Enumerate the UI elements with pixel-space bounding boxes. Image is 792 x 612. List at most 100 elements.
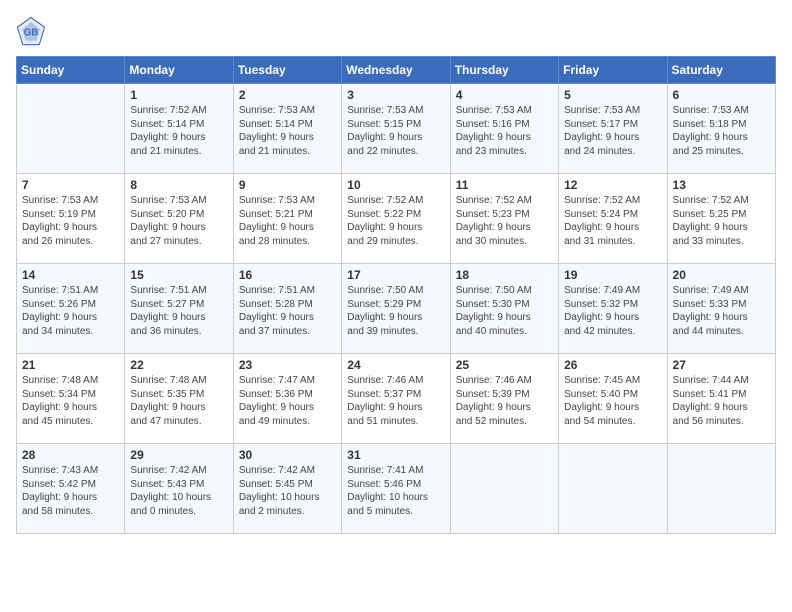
calendar-cell: 11 Sunrise: 7:52 AM Sunset: 5:23 PM Dayli… bbox=[450, 174, 558, 264]
calendar-cell bbox=[559, 444, 667, 534]
day-info: Sunrise: 7:52 AM Sunset: 5:22 PM Dayligh… bbox=[347, 194, 444, 248]
day-number: 29 bbox=[130, 448, 227, 462]
day-number: 28 bbox=[22, 448, 119, 462]
day-number: 24 bbox=[347, 358, 444, 372]
day-number: 1 bbox=[130, 88, 227, 102]
calendar-week-0: 1 Sunrise: 7:52 AM Sunset: 5:14 PM Daylig… bbox=[17, 84, 776, 174]
calendar-cell: 21Sunrise: 7:48 AM Sunset: 5:34 PM Dayli… bbox=[17, 354, 125, 444]
day-number: 26 bbox=[564, 358, 661, 372]
calendar-cell bbox=[17, 84, 125, 174]
day-info: Sunrise: 7:49 AM Sunset: 5:32 PM Dayligh… bbox=[564, 284, 661, 338]
day-number: 6 bbox=[673, 88, 770, 102]
calendar-week-2: 14 Sunrise: 7:51 AM Sunset: 5:26 PM Dayli… bbox=[17, 264, 776, 354]
header-row: SundayMondayTuesdayWednesdayThursdayFrid… bbox=[17, 57, 776, 84]
calendar-cell: 18Sunrise: 7:50 AM Sunset: 5:30 PM Dayli… bbox=[450, 264, 558, 354]
calendar-cell: 31 Sunrise: 7:41 AM Sunset: 5:46 PM Dayli… bbox=[342, 444, 450, 534]
day-info: Sunrise: 7:53 AM Sunset: 5:16 PM Dayligh… bbox=[456, 104, 553, 158]
day-number: 11 bbox=[456, 178, 553, 192]
day-info: Sunrise: 7:53 AM Sunset: 5:20 PM Dayligh… bbox=[130, 194, 227, 248]
day-info: Sunrise: 7:42 AM Sunset: 5:45 PM Dayligh… bbox=[239, 464, 336, 518]
header-cell-thursday: Thursday bbox=[450, 57, 558, 84]
day-number: 10 bbox=[347, 178, 444, 192]
header-cell-wednesday: Wednesday bbox=[342, 57, 450, 84]
day-number: 5 bbox=[564, 88, 661, 102]
day-number: 7 bbox=[22, 178, 119, 192]
day-number: 30 bbox=[239, 448, 336, 462]
day-info: Sunrise: 7:49 AM Sunset: 5:33 PM Dayligh… bbox=[673, 284, 770, 338]
day-number: 17 bbox=[347, 268, 444, 282]
calendar-cell: 10 Sunrise: 7:52 AM Sunset: 5:22 PM Dayli… bbox=[342, 174, 450, 264]
day-number: 16 bbox=[239, 268, 336, 282]
day-number: 15 bbox=[130, 268, 227, 282]
calendar-cell: 1 Sunrise: 7:52 AM Sunset: 5:14 PM Daylig… bbox=[125, 84, 233, 174]
day-info: Sunrise: 7:51 AM Sunset: 5:26 PM Dayligh… bbox=[22, 284, 119, 338]
calendar-cell: 12 Sunrise: 7:52 AM Sunset: 5:24 PM Dayli… bbox=[559, 174, 667, 264]
calendar-cell bbox=[450, 444, 558, 534]
day-info: Sunrise: 7:51 AM Sunset: 5:27 PM Dayligh… bbox=[130, 284, 227, 338]
day-info: Sunrise: 7:43 AM Sunset: 5:42 PM Dayligh… bbox=[22, 464, 119, 518]
calendar-cell: 16 Sunrise: 7:51 AM Sunset: 5:28 PM Dayli… bbox=[233, 264, 341, 354]
calendar-cell bbox=[667, 444, 775, 534]
day-number: 23 bbox=[239, 358, 336, 372]
calendar-cell: 9Sunrise: 7:53 AM Sunset: 5:21 PM Daylig… bbox=[233, 174, 341, 264]
calendar-cell: 20Sunrise: 7:49 AM Sunset: 5:33 PM Dayli… bbox=[667, 264, 775, 354]
day-info: Sunrise: 7:53 AM Sunset: 5:18 PM Dayligh… bbox=[673, 104, 770, 158]
day-info: Sunrise: 7:46 AM Sunset: 5:39 PM Dayligh… bbox=[456, 374, 553, 428]
day-info: Sunrise: 7:53 AM Sunset: 5:15 PM Dayligh… bbox=[347, 104, 444, 158]
day-info: Sunrise: 7:41 AM Sunset: 5:46 PM Dayligh… bbox=[347, 464, 444, 518]
day-number: 9 bbox=[239, 178, 336, 192]
day-number: 13 bbox=[673, 178, 770, 192]
header-cell-tuesday: Tuesday bbox=[233, 57, 341, 84]
day-number: 27 bbox=[673, 358, 770, 372]
day-number: 31 bbox=[347, 448, 444, 462]
calendar-cell: 19 Sunrise: 7:49 AM Sunset: 5:32 PM Dayli… bbox=[559, 264, 667, 354]
calendar-cell: 24 Sunrise: 7:46 AM Sunset: 5:37 PM Dayli… bbox=[342, 354, 450, 444]
day-number: 19 bbox=[564, 268, 661, 282]
calendar-cell: 29 Sunrise: 7:42 AM Sunset: 5:43 PM Dayli… bbox=[125, 444, 233, 534]
day-number: 18 bbox=[456, 268, 553, 282]
day-number: 4 bbox=[456, 88, 553, 102]
calendar-header: SundayMondayTuesdayWednesdayThursdayFrid… bbox=[17, 57, 776, 84]
calendar-cell: 22Sunrise: 7:48 AM Sunset: 5:35 PM Dayli… bbox=[125, 354, 233, 444]
header-cell-monday: Monday bbox=[125, 57, 233, 84]
calendar-week-1: 7 Sunrise: 7:53 AM Sunset: 5:19 PM Daylig… bbox=[17, 174, 776, 264]
calendar-cell: 14 Sunrise: 7:51 AM Sunset: 5:26 PM Dayli… bbox=[17, 264, 125, 354]
calendar-cell: 6 Sunrise: 7:53 AM Sunset: 5:18 PM Daylig… bbox=[667, 84, 775, 174]
calendar-table: SundayMondayTuesdayWednesdayThursdayFrid… bbox=[16, 56, 776, 534]
calendar-cell: 27 Sunrise: 7:44 AM Sunset: 5:41 PM Dayli… bbox=[667, 354, 775, 444]
calendar-cell: 26Sunrise: 7:45 AM Sunset: 5:40 PM Dayli… bbox=[559, 354, 667, 444]
day-info: Sunrise: 7:52 AM Sunset: 5:14 PM Dayligh… bbox=[130, 104, 227, 158]
logo: GB bbox=[16, 16, 50, 46]
day-number: 12 bbox=[564, 178, 661, 192]
day-info: Sunrise: 7:53 AM Sunset: 5:19 PM Dayligh… bbox=[22, 194, 119, 248]
day-info: Sunrise: 7:53 AM Sunset: 5:14 PM Dayligh… bbox=[239, 104, 336, 158]
day-info: Sunrise: 7:48 AM Sunset: 5:35 PM Dayligh… bbox=[130, 374, 227, 428]
calendar-cell: 8 Sunrise: 7:53 AM Sunset: 5:20 PM Daylig… bbox=[125, 174, 233, 264]
calendar-body: 1 Sunrise: 7:52 AM Sunset: 5:14 PM Daylig… bbox=[17, 84, 776, 534]
day-info: Sunrise: 7:52 AM Sunset: 5:24 PM Dayligh… bbox=[564, 194, 661, 248]
calendar-cell: 13 Sunrise: 7:52 AM Sunset: 5:25 PM Dayli… bbox=[667, 174, 775, 264]
day-info: Sunrise: 7:51 AM Sunset: 5:28 PM Dayligh… bbox=[239, 284, 336, 338]
day-number: 21 bbox=[22, 358, 119, 372]
day-info: Sunrise: 7:47 AM Sunset: 5:36 PM Dayligh… bbox=[239, 374, 336, 428]
header-cell-friday: Friday bbox=[559, 57, 667, 84]
page-header: GB bbox=[16, 16, 776, 46]
day-info: Sunrise: 7:46 AM Sunset: 5:37 PM Dayligh… bbox=[347, 374, 444, 428]
calendar-cell: 17 Sunrise: 7:50 AM Sunset: 5:29 PM Dayli… bbox=[342, 264, 450, 354]
logo-icon: GB bbox=[16, 16, 46, 46]
day-number: 25 bbox=[456, 358, 553, 372]
day-info: Sunrise: 7:53 AM Sunset: 5:17 PM Dayligh… bbox=[564, 104, 661, 158]
day-info: Sunrise: 7:42 AM Sunset: 5:43 PM Dayligh… bbox=[130, 464, 227, 518]
calendar-cell: 3 Sunrise: 7:53 AM Sunset: 5:15 PM Daylig… bbox=[342, 84, 450, 174]
day-info: Sunrise: 7:52 AM Sunset: 5:23 PM Dayligh… bbox=[456, 194, 553, 248]
day-info: Sunrise: 7:44 AM Sunset: 5:41 PM Dayligh… bbox=[673, 374, 770, 428]
day-info: Sunrise: 7:50 AM Sunset: 5:29 PM Dayligh… bbox=[347, 284, 444, 338]
day-info: Sunrise: 7:52 AM Sunset: 5:25 PM Dayligh… bbox=[673, 194, 770, 248]
calendar-cell: 2Sunrise: 7:53 AM Sunset: 5:14 PM Daylig… bbox=[233, 84, 341, 174]
calendar-cell: 5 Sunrise: 7:53 AM Sunset: 5:17 PM Daylig… bbox=[559, 84, 667, 174]
day-number: 3 bbox=[347, 88, 444, 102]
calendar-cell: 15 Sunrise: 7:51 AM Sunset: 5:27 PM Dayli… bbox=[125, 264, 233, 354]
header-cell-sunday: Sunday bbox=[17, 57, 125, 84]
day-number: 14 bbox=[22, 268, 119, 282]
day-number: 8 bbox=[130, 178, 227, 192]
